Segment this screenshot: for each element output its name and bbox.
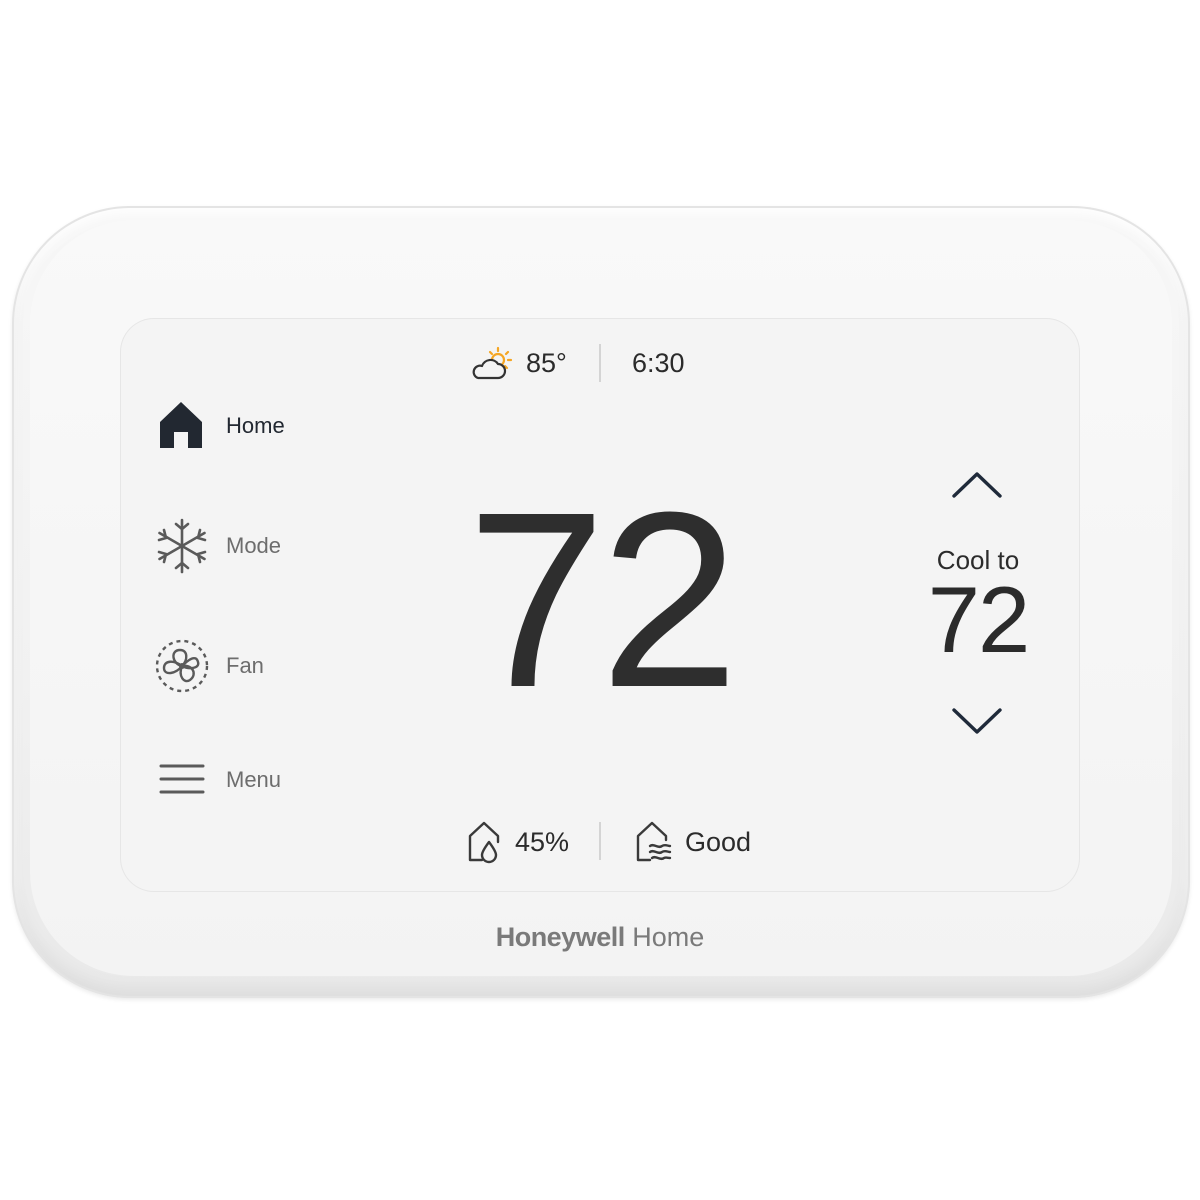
nav-label-home: Home bbox=[226, 413, 285, 438]
nav-label-fan: Fan bbox=[226, 653, 264, 678]
chevron-up-icon[interactable] bbox=[946, 466, 1008, 506]
bottom-divider bbox=[599, 822, 601, 860]
indoor-temperature: 72 bbox=[466, 460, 739, 739]
nav-label-menu: Menu bbox=[226, 767, 282, 792]
snowflake-icon bbox=[157, 518, 207, 574]
nav-item-fan[interactable]: Fan bbox=[150, 636, 350, 696]
nav-item-home[interactable]: Home bbox=[150, 396, 350, 456]
nav-label-mode: Mode bbox=[226, 533, 282, 558]
outdoor-temperature: 85° bbox=[526, 348, 567, 378]
status-divider bbox=[599, 344, 601, 382]
nav-item-menu[interactable]: Menu bbox=[150, 750, 350, 810]
brand-name-light: Home bbox=[632, 922, 705, 952]
home-icon bbox=[160, 402, 202, 448]
clock-time: 6:30 bbox=[632, 348, 685, 378]
air-quality-icon bbox=[636, 821, 672, 862]
brand-logo: Honeywell Home bbox=[400, 920, 800, 954]
chevron-down-icon[interactable] bbox=[946, 700, 1008, 740]
hamburger-menu-icon bbox=[159, 764, 205, 794]
nav-item-mode[interactable]: Mode bbox=[150, 516, 350, 576]
air-quality-status: Good bbox=[685, 827, 752, 857]
humidity-icon bbox=[468, 821, 500, 864]
indoor-humidity: 45% bbox=[515, 827, 570, 857]
fan-icon bbox=[155, 639, 209, 693]
setpoint-value: 72 bbox=[927, 567, 1031, 672]
brand-name-bold: Honeywell bbox=[495, 922, 626, 952]
partly-sunny-icon bbox=[472, 346, 513, 380]
